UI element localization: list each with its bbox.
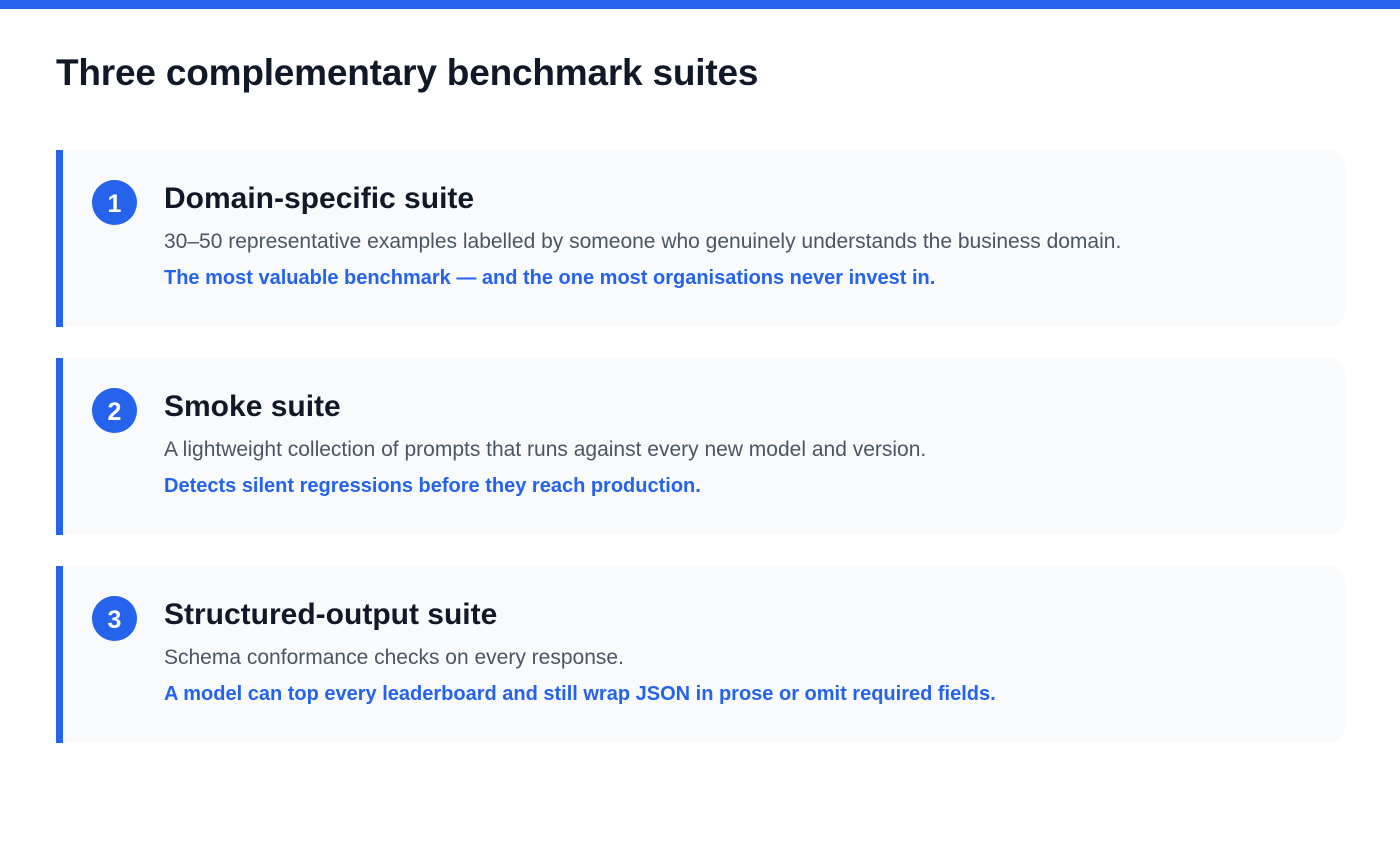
suite-card-smoke: 2 Smoke suite A lightweight collection o…: [56, 358, 1345, 535]
suite-card-structured-output: 3 Structured-output suite Schema conform…: [56, 566, 1345, 743]
suite-number-badge: 3: [92, 596, 137, 641]
suite-highlight: The most valuable benchmark — and the on…: [164, 267, 936, 289]
suite-title: Smoke suite: [164, 390, 341, 423]
page-title: Three complementary benchmark suites: [56, 52, 759, 93]
top-accent-bar: [0, 0, 1400, 9]
suite-number-badge: 1: [92, 180, 137, 225]
suite-description: Schema conformance checks on every respo…: [164, 646, 624, 669]
suite-highlight: Detects silent regressions before they r…: [164, 475, 701, 497]
suite-list: 1 Domain-specific suite 30–50 representa…: [56, 150, 1345, 774]
suite-title: Domain-specific suite: [164, 182, 475, 215]
suite-card-domain-specific: 1 Domain-specific suite 30–50 representa…: [56, 150, 1345, 327]
suite-title: Structured-output suite: [164, 598, 498, 631]
suite-highlight: A model can top every leaderboard and st…: [164, 683, 996, 705]
suite-description: A lightweight collection of prompts that…: [164, 438, 927, 461]
suite-number-badge: 2: [92, 388, 137, 433]
suite-description: 30–50 representative examples labelled b…: [164, 230, 1122, 253]
